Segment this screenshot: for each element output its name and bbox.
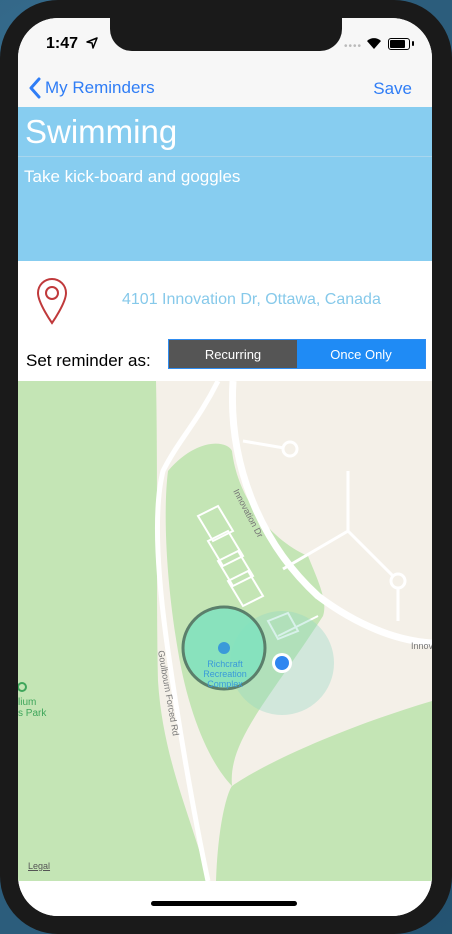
location-row: 4101 Innovation Dr, Ottawa, Canada: [18, 261, 432, 339]
home-indicator[interactable]: [151, 901, 297, 906]
map-legal-link[interactable]: Legal: [28, 861, 50, 871]
map-poi-label-1: Richcraft: [207, 659, 243, 669]
map-canvas: Richcraft Recreation Complex Innovation …: [18, 381, 432, 881]
recreation-poi-icon[interactable]: [218, 642, 230, 654]
map-poi-label-2: Recreation: [203, 669, 247, 679]
navigation-bar: My Reminders Save: [18, 68, 432, 107]
save-button[interactable]: Save: [373, 79, 412, 99]
map-label-innov: Innov: [411, 641, 432, 651]
chevron-left-icon: [29, 77, 41, 99]
notch: [110, 18, 342, 51]
location-address[interactable]: 4101 Innovation Dr, Ottawa, Canada: [122, 291, 381, 309]
map-cul-de-sac: [281, 440, 299, 458]
segment-once-only[interactable]: Once Only: [297, 340, 425, 368]
map-park-label-2: s Park: [18, 708, 47, 719]
map-cul-de-sac: [389, 572, 407, 590]
back-button[interactable]: My Reminders: [28, 73, 155, 103]
title-field[interactable]: Swimming: [18, 107, 432, 157]
map-pin-icon[interactable]: [35, 277, 69, 325]
location-arrow-icon: [86, 37, 98, 49]
segment-recurring[interactable]: Recurring: [169, 340, 297, 368]
user-location-dot: [275, 656, 289, 670]
map-view[interactable]: Richcraft Recreation Complex Innovation …: [18, 381, 432, 881]
phone-frame: 1:47 •••• My Reminders Save Swimming Tak…: [0, 0, 452, 934]
cellular-signal-icon: ••••: [344, 41, 363, 52]
wifi-icon: [367, 38, 381, 49]
battery-cap: [412, 41, 414, 46]
map-park-label-1: lium: [18, 697, 36, 708]
home-indicator-area: [18, 881, 432, 916]
reminder-type-label: Set reminder as:: [26, 351, 151, 370]
reminder-type-row: Set reminder as: Recurring Once Only: [18, 339, 432, 381]
battery-icon: [388, 38, 410, 50]
status-time: 1:47: [46, 35, 79, 52]
back-button-label: My Reminders: [45, 78, 155, 97]
notes-field[interactable]: Take kick-board and goggles: [18, 157, 432, 261]
map-poi-label-3: Complex: [207, 679, 243, 689]
reminder-type-segmented-control: Recurring Once Only: [168, 339, 426, 369]
screen: 1:47 •••• My Reminders Save Swimming Tak…: [18, 18, 432, 916]
